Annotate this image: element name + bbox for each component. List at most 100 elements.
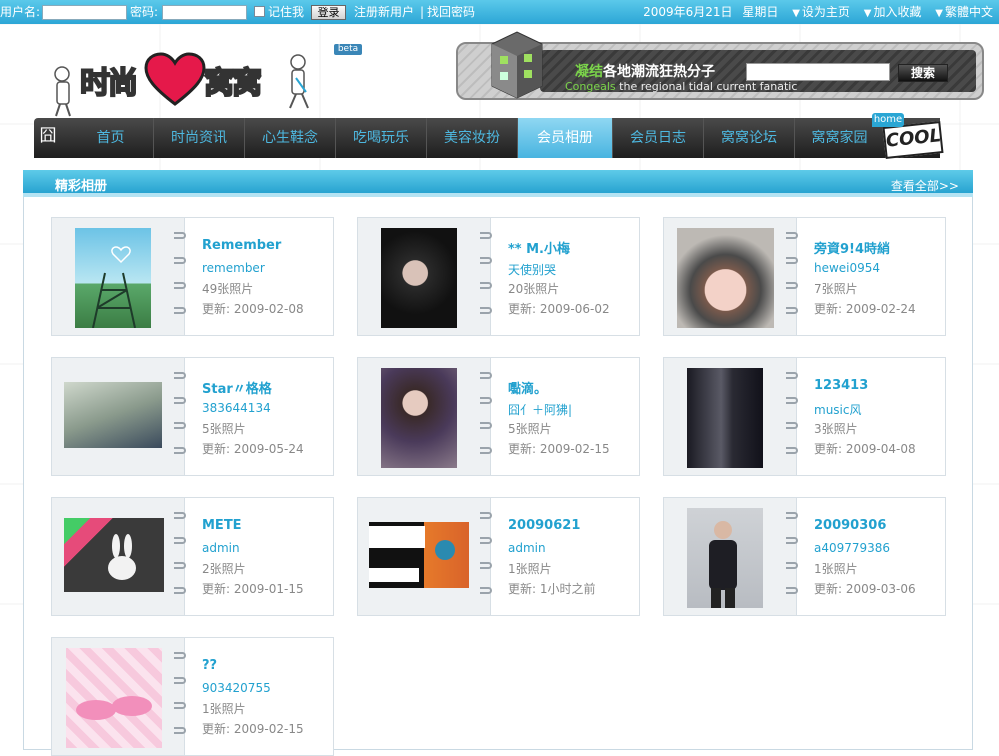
album-card[interactable]: 20090306 a409779386 1张照片 更新: 2009-03-06 bbox=[663, 497, 946, 616]
album-title[interactable]: METE bbox=[202, 518, 242, 533]
logo-text-left: 时尚 bbox=[79, 65, 139, 102]
remember-checkbox[interactable] bbox=[254, 6, 265, 17]
site-logo[interactable]: 时尚 窝窝 bbox=[52, 48, 312, 120]
nav-item-member-albums[interactable]: 会员相册 bbox=[517, 118, 612, 158]
set-home-label[interactable]: 设为主页 bbox=[802, 5, 850, 19]
album-updated: 更新: 2009-06-02 bbox=[508, 302, 610, 316]
album-updated: 更新: 2009-02-08 bbox=[202, 302, 304, 316]
star-icon: ▼ bbox=[863, 8, 872, 19]
nav-item-beauty[interactable]: 美容妆扮 bbox=[426, 118, 517, 158]
album-owner[interactable]: admin bbox=[508, 541, 546, 555]
album-title[interactable]: 20090621 bbox=[508, 518, 580, 533]
album-thumbnail[interactable] bbox=[75, 228, 151, 328]
banner-title-highlight: 凝结 bbox=[575, 64, 603, 80]
album-card[interactable]: ?? 903420755 1张照片 更新: 2009-02-15 bbox=[51, 637, 334, 756]
album-card[interactable]: 嚸滴。 囧亻＋阿狒| 5张照片 更新: 2009-02-15 bbox=[357, 357, 640, 476]
album-thumbnail[interactable] bbox=[381, 228, 457, 328]
nav-item-forum[interactable]: 窝窝论坛 bbox=[703, 118, 794, 158]
username-label: 用户名: bbox=[0, 5, 41, 19]
panel-title: 精彩相册 bbox=[55, 179, 108, 194]
trad-chinese-link[interactable]: ▼ 繁體中文 bbox=[935, 5, 993, 19]
album-title[interactable]: 嚸滴。 bbox=[508, 378, 547, 397]
album-owner[interactable]: 903420755 bbox=[202, 681, 271, 695]
album-owner[interactable]: remember bbox=[202, 261, 265, 275]
search-button[interactable]: 搜索 bbox=[898, 64, 948, 82]
set-home-link[interactable]: ▼ 设为主页 bbox=[792, 5, 850, 19]
album-updated: 更新: 2009-05-24 bbox=[202, 442, 304, 456]
album-photo-count: 20张照片 bbox=[508, 282, 560, 296]
username-input[interactable] bbox=[42, 5, 127, 20]
album-title[interactable]: 123413 bbox=[814, 378, 868, 393]
album-owner[interactable]: music风 bbox=[814, 401, 861, 418]
album-owner[interactable]: 囧亻＋阿狒| bbox=[508, 401, 572, 418]
album-card[interactable]: METE admin 2张照片 更新: 2009-01-15 bbox=[51, 497, 334, 616]
view-all-link[interactable]: 查看全部>> bbox=[891, 177, 959, 194]
album-title[interactable]: 20090306 bbox=[814, 518, 886, 533]
album-card[interactable]: Remember remember 49张照片 更新: 2009-02-08 bbox=[51, 217, 334, 336]
remember-label: 记住我 bbox=[268, 5, 305, 19]
album-thumbnail[interactable] bbox=[64, 382, 162, 448]
album-title[interactable]: Remember bbox=[202, 238, 281, 253]
album-updated: 更新: 2009-02-24 bbox=[814, 302, 916, 316]
album-thumbnail[interactable] bbox=[369, 522, 469, 588]
login-button[interactable]: 登录 bbox=[311, 5, 346, 20]
album-owner[interactable]: 天使别哭 bbox=[508, 261, 556, 278]
album-owner[interactable]: admin bbox=[202, 541, 240, 555]
album-photo-count: 5张照片 bbox=[202, 422, 246, 436]
album-title[interactable]: ** M.小梅 bbox=[508, 238, 570, 257]
nav-item-fashion-news[interactable]: 时尚资讯 bbox=[153, 118, 244, 158]
album-title[interactable]: 旁資9!4時綃 bbox=[814, 238, 890, 257]
album-owner[interactable]: 383644134 bbox=[202, 401, 271, 415]
beta-badge: beta bbox=[334, 44, 362, 55]
album-owner[interactable]: a409779386 bbox=[814, 541, 890, 555]
nav-item-food-fun[interactable]: 吃喝玩乐 bbox=[335, 118, 426, 158]
album-title[interactable]: ?? bbox=[202, 658, 217, 673]
album-card[interactable]: 旁資9!4時綃 hewei0954 7张照片 更新: 2009-02-24 bbox=[663, 217, 946, 336]
bookmark-link[interactable]: ▼ 加入收藏 bbox=[864, 5, 922, 19]
nav-logo-icon: 囧 bbox=[39, 126, 57, 146]
password-input[interactable] bbox=[162, 5, 247, 20]
register-link[interactable]: 注册新用户 bbox=[354, 0, 414, 24]
date-text: 2009年6月21日 bbox=[643, 5, 733, 19]
nav-item-member-blogs[interactable]: 会员日志 bbox=[612, 118, 703, 158]
bookmark-label[interactable]: 加入收藏 bbox=[873, 5, 921, 19]
album-card[interactable]: 123413 music风 3张照片 更新: 2009-04-08 bbox=[663, 357, 946, 476]
album-card[interactable]: ** M.小梅 天使别哭 20张照片 更新: 2009-06-02 bbox=[357, 217, 640, 336]
nav-item-shoes[interactable]: 心生鞋念 bbox=[244, 118, 335, 158]
album-thumbnail[interactable] bbox=[677, 228, 774, 328]
top-login-bar: 用户名: 密码: 记住我 登录 注册新用户 | 找回密码 2009年6月21日 … bbox=[0, 0, 999, 24]
password-label: 密码: bbox=[130, 5, 159, 19]
album-card[interactable]: Star〃格格 383644134 5张照片 更新: 2009-05-24 bbox=[51, 357, 334, 476]
album-photo-count: 5张照片 bbox=[508, 422, 552, 436]
house-icon: ▼ bbox=[792, 8, 800, 19]
banner-title: 凝结各地潮流狂热分子 bbox=[575, 61, 715, 81]
album-thumbnail[interactable] bbox=[687, 508, 763, 608]
logo-text-right: 窝窝 bbox=[203, 65, 263, 102]
home-tag: home bbox=[872, 113, 904, 127]
banner-sub-text: the regional tidal current fanatic bbox=[619, 80, 798, 93]
album-thumbnail[interactable] bbox=[687, 368, 763, 468]
topbar-right: 2009年6月21日 星期日 ▼ 设为主页 ▼ 加入收藏 ▼ 繁體中文 bbox=[633, 0, 993, 24]
album-card[interactable]: 20090621 admin 1张照片 更新: 1小时之前 bbox=[357, 497, 640, 616]
album-updated: 更新: 1小时之前 bbox=[508, 582, 596, 596]
album-updated: 更新: 2009-02-15 bbox=[508, 442, 610, 456]
person-photo bbox=[709, 521, 737, 608]
tower-photo bbox=[92, 246, 136, 328]
album-thumbnail[interactable] bbox=[66, 648, 162, 748]
album-thumbnail[interactable] bbox=[381, 368, 457, 468]
album-owner[interactable]: hewei0954 bbox=[814, 261, 880, 275]
album-updated: 更新: 2009-01-15 bbox=[202, 582, 304, 596]
panel-header bbox=[23, 170, 973, 197]
nav-item-home[interactable]: 首页 bbox=[68, 118, 153, 158]
album-updated: 更新: 2009-04-08 bbox=[814, 442, 916, 456]
album-updated: 更新: 2009-02-15 bbox=[202, 722, 304, 736]
album-title[interactable]: Star〃格格 bbox=[202, 378, 272, 397]
topbar-separator: | bbox=[420, 5, 425, 19]
search-input[interactable] bbox=[746, 63, 890, 81]
building-icon bbox=[491, 31, 543, 99]
nav-item-home-garden[interactable]: 窝窝家园 bbox=[794, 118, 884, 158]
album-thumbnail[interactable] bbox=[64, 518, 164, 592]
trad-chinese-label[interactable]: 繁體中文 bbox=[945, 5, 993, 19]
recover-password-link[interactable]: 找回密码 bbox=[427, 0, 475, 24]
album-photo-count: 2张照片 bbox=[202, 562, 246, 576]
